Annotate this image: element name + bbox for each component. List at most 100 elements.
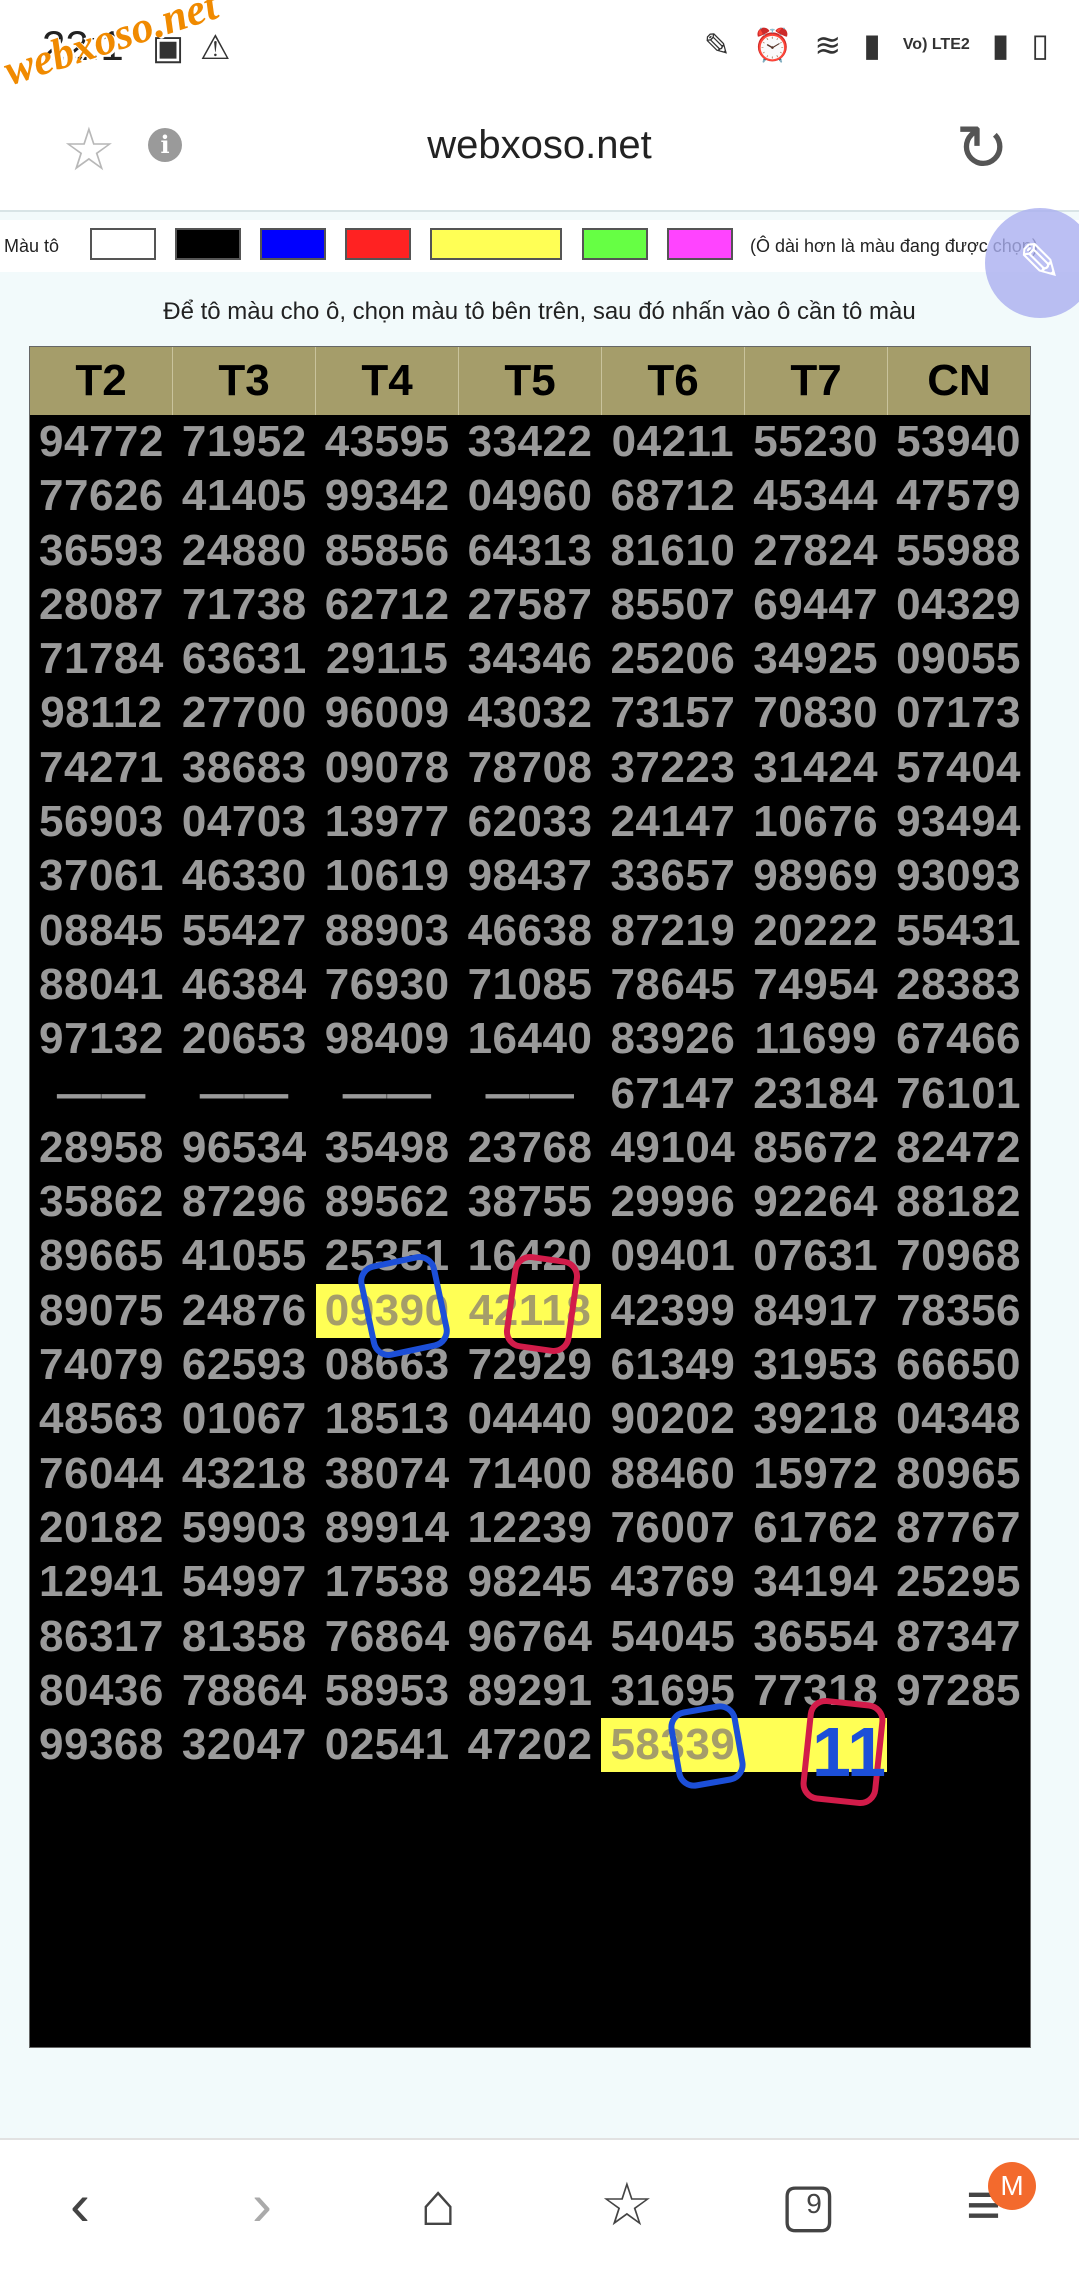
url-text[interactable]: webxoso.net	[0, 123, 1079, 168]
table-cell[interactable]: 55431	[887, 904, 1030, 958]
table-cell[interactable]: 67147	[601, 1067, 744, 1121]
table-cell[interactable]: 28383	[887, 958, 1030, 1012]
table-cell[interactable]: 63631	[173, 632, 316, 686]
table-cell[interactable]: 87219	[601, 904, 744, 958]
table-cell[interactable]: 89562	[316, 1175, 459, 1229]
table-cell[interactable]: 85856	[316, 524, 459, 578]
table-cell[interactable]: 96534	[173, 1121, 316, 1175]
table-cell[interactable]: 96764	[459, 1610, 602, 1664]
table-cell[interactable]: 74954	[744, 958, 887, 1012]
color-swatch[interactable]	[582, 228, 648, 260]
table-cell[interactable]: 62033	[459, 795, 602, 849]
table-cell[interactable]: ——	[459, 1067, 602, 1121]
table-cell[interactable]: 46384	[173, 958, 316, 1012]
table-cell[interactable]: 87767	[887, 1501, 1030, 1555]
table-cell[interactable]: 85507	[601, 578, 744, 632]
table-cell[interactable]: 71400	[459, 1447, 602, 1501]
table-cell[interactable]: 25206	[601, 632, 744, 686]
table-cell[interactable]: 99342	[316, 469, 459, 523]
table-cell[interactable]: 70830	[744, 686, 887, 740]
table-cell[interactable]: 80965	[887, 1447, 1030, 1501]
table-cell[interactable]: 42399	[601, 1284, 744, 1338]
table-cell[interactable]: 43769	[601, 1555, 744, 1609]
table-cell[interactable]: 47579	[887, 469, 1030, 523]
table-cell[interactable]: 17538	[316, 1555, 459, 1609]
color-swatch[interactable]	[260, 228, 326, 260]
table-cell[interactable]: 76007	[601, 1501, 744, 1555]
table-cell[interactable]: 73157	[601, 686, 744, 740]
table-cell[interactable]: 18513	[316, 1392, 459, 1446]
table-cell[interactable]: 13977	[316, 795, 459, 849]
table-cell[interactable]: 45344	[744, 469, 887, 523]
table-cell[interactable]: 38683	[173, 741, 316, 795]
table-cell[interactable]: 74079	[30, 1338, 173, 1392]
table-cell[interactable]: 37223	[601, 741, 744, 795]
table-cell[interactable]: 99368	[30, 1718, 173, 1772]
table-cell[interactable]: 07631	[744, 1229, 887, 1283]
table-cell[interactable]: 29996	[601, 1175, 744, 1229]
table-cell[interactable]: 23184	[744, 1067, 887, 1121]
table-cell[interactable]: 81358	[173, 1610, 316, 1664]
table-cell[interactable]: 88903	[316, 904, 459, 958]
table-cell[interactable]: 93093	[887, 849, 1030, 903]
table-cell[interactable]: 61349	[601, 1338, 744, 1392]
table-cell[interactable]: 07173	[887, 686, 1030, 740]
table-cell[interactable]: 08845	[30, 904, 173, 958]
table-cell[interactable]: 76044	[30, 1447, 173, 1501]
table-cell[interactable]	[887, 1718, 1030, 1772]
table-cell[interactable]: 78645	[601, 958, 744, 1012]
table-cell[interactable]: 89914	[316, 1501, 459, 1555]
table-cell[interactable]: 76101	[887, 1067, 1030, 1121]
table-cell[interactable]: 94772	[30, 415, 173, 469]
table-cell[interactable]: 49104	[601, 1121, 744, 1175]
table-cell[interactable]: 92264	[744, 1175, 887, 1229]
table-cell[interactable]: 38074	[316, 1447, 459, 1501]
table-cell[interactable]: 34346	[459, 632, 602, 686]
table-cell[interactable]: 98969	[744, 849, 887, 903]
color-swatch[interactable]	[90, 228, 156, 260]
table-cell[interactable]: 37061	[30, 849, 173, 903]
table-cell[interactable]: 48563	[30, 1392, 173, 1446]
bookmarks-star-icon[interactable]: ☆	[600, 2170, 654, 2240]
table-cell[interactable]: 54045	[601, 1610, 744, 1664]
table-cell[interactable]: 55988	[887, 524, 1030, 578]
home-icon[interactable]: ⌂	[420, 2170, 456, 2239]
table-cell[interactable]: 80436	[30, 1664, 173, 1718]
table-cell[interactable]: 78864	[173, 1664, 316, 1718]
table-cell[interactable]: 35498	[316, 1121, 459, 1175]
table-cell[interactable]: 62593	[173, 1338, 316, 1392]
table-cell[interactable]: 10619	[316, 849, 459, 903]
reload-icon[interactable]: ↻	[955, 111, 1009, 186]
table-cell[interactable]: 55230	[744, 415, 887, 469]
table-cell[interactable]: 90202	[601, 1392, 744, 1446]
table-cell[interactable]: 11699	[744, 1012, 887, 1066]
table-cell[interactable]: 04329	[887, 578, 1030, 632]
table-cell[interactable]: 24876	[173, 1284, 316, 1338]
table-cell[interactable]: 23768	[459, 1121, 602, 1175]
table-cell[interactable]: 64313	[459, 524, 602, 578]
table-cell[interactable]: 88182	[887, 1175, 1030, 1229]
table-cell[interactable]: 85672	[744, 1121, 887, 1175]
table-cell[interactable]: 76930	[316, 958, 459, 1012]
color-swatch[interactable]	[345, 228, 411, 260]
table-cell[interactable]: 46330	[173, 849, 316, 903]
table-cell[interactable]: 98409	[316, 1012, 459, 1066]
table-cell[interactable]: ——	[316, 1067, 459, 1121]
table-cell[interactable]: 34925	[744, 632, 887, 686]
table-cell[interactable]: 24880	[173, 524, 316, 578]
color-swatch[interactable]	[175, 228, 241, 260]
table-cell[interactable]: 04348	[887, 1392, 1030, 1446]
table-cell[interactable]: 27587	[459, 578, 602, 632]
table-cell[interactable]: 28958	[30, 1121, 173, 1175]
table-cell[interactable]: 33657	[601, 849, 744, 903]
profile-badge[interactable]: M	[988, 2162, 1036, 2210]
forward-icon[interactable]: ›	[252, 2170, 272, 2239]
table-cell[interactable]: 69447	[744, 578, 887, 632]
table-cell[interactable]: 61762	[744, 1501, 887, 1555]
table-cell[interactable]: 82472	[887, 1121, 1030, 1175]
table-cell[interactable]: 71784	[30, 632, 173, 686]
table-cell[interactable]: 15972	[744, 1447, 887, 1501]
table-cell[interactable]: 34194	[744, 1555, 887, 1609]
table-cell[interactable]: 31424	[744, 741, 887, 795]
table-cell[interactable]: 96009	[316, 686, 459, 740]
